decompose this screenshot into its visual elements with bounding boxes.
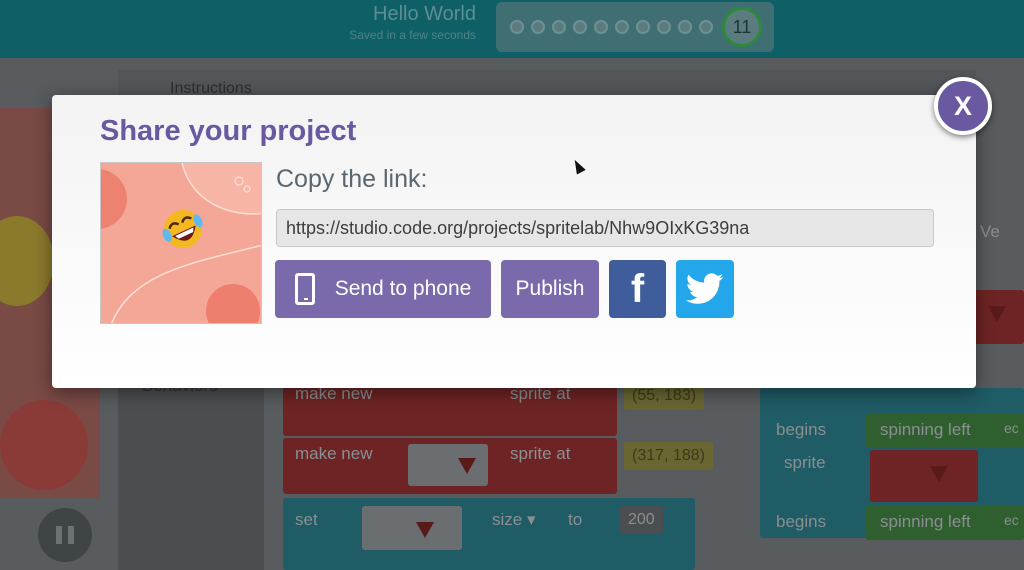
- block-label: make new: [295, 444, 373, 463]
- block-label: to: [568, 510, 583, 529]
- phone-icon: [294, 273, 315, 305]
- level-progress: 11: [496, 2, 774, 52]
- property-dropdown[interactable]: size ▾: [492, 510, 536, 530]
- block-label: sprite at: [510, 444, 571, 463]
- chevron-down-icon: [988, 306, 1006, 322]
- progress-dot[interactable]: [594, 20, 608, 34]
- block-label: sprite: [784, 453, 826, 472]
- copy-link-label: Copy the link:: [276, 165, 428, 193]
- progress-dot[interactable]: [636, 20, 650, 34]
- behavior-label: spinning left: [880, 420, 971, 439]
- publish-label: Publish: [515, 277, 585, 300]
- project-thumbnail: [100, 162, 262, 324]
- twitter-share-button[interactable]: [676, 260, 734, 318]
- progress-dot[interactable]: [573, 20, 587, 34]
- saved-status: Saved in a few seconds: [349, 28, 476, 42]
- block-label: begins: [776, 512, 827, 531]
- send-to-phone-button[interactable]: Send to phone: [275, 260, 491, 318]
- progress-dot[interactable]: [699, 20, 713, 34]
- block-label: begins: [776, 420, 827, 439]
- pause-button[interactable]: [38, 508, 92, 562]
- sprite-block[interactable]: [870, 450, 978, 502]
- thumbnail-art: [101, 163, 261, 323]
- behavior-suffix: ec: [1004, 512, 1019, 528]
- canvas-blob: [0, 400, 88, 490]
- chevron-down-icon: [930, 466, 948, 482]
- share-dialog: Share your project Copy the link: Send: [52, 95, 976, 388]
- sprite-dropdown[interactable]: [408, 444, 488, 486]
- twitter-icon: [686, 273, 724, 304]
- block-label: set: [295, 510, 318, 529]
- close-icon: X: [953, 90, 972, 121]
- coordinate-value[interactable]: (317, 188): [624, 442, 713, 470]
- top-bar: Hello World Saved in a few seconds 11: [0, 0, 1024, 58]
- progress-dot[interactable]: [657, 20, 671, 34]
- share-link-input[interactable]: [276, 209, 934, 247]
- behavior-label: spinning left: [880, 512, 971, 531]
- dialog-title: Share your project: [100, 115, 357, 147]
- send-to-phone-label: Send to phone: [334, 277, 472, 300]
- facebook-share-button[interactable]: f: [609, 260, 666, 318]
- size-value[interactable]: 200: [620, 506, 663, 534]
- progress-dot[interactable]: [510, 20, 524, 34]
- project-title[interactable]: Hello World: [300, 3, 476, 26]
- publish-button[interactable]: Publish: [501, 260, 599, 318]
- progress-dot[interactable]: [615, 20, 629, 34]
- sprite-dropdown[interactable]: [362, 506, 462, 550]
- chevron-down-icon: [416, 522, 434, 538]
- close-button[interactable]: X: [934, 77, 992, 135]
- facebook-icon: f: [630, 267, 645, 311]
- chevron-down-icon: [458, 458, 476, 474]
- progress-dot[interactable]: [552, 20, 566, 34]
- behavior-suffix: ec: [1004, 420, 1019, 436]
- current-level[interactable]: 11: [722, 7, 762, 47]
- progress-dot[interactable]: [531, 20, 545, 34]
- version-label[interactable]: Ve: [980, 222, 1000, 242]
- progress-dot[interactable]: [678, 20, 692, 34]
